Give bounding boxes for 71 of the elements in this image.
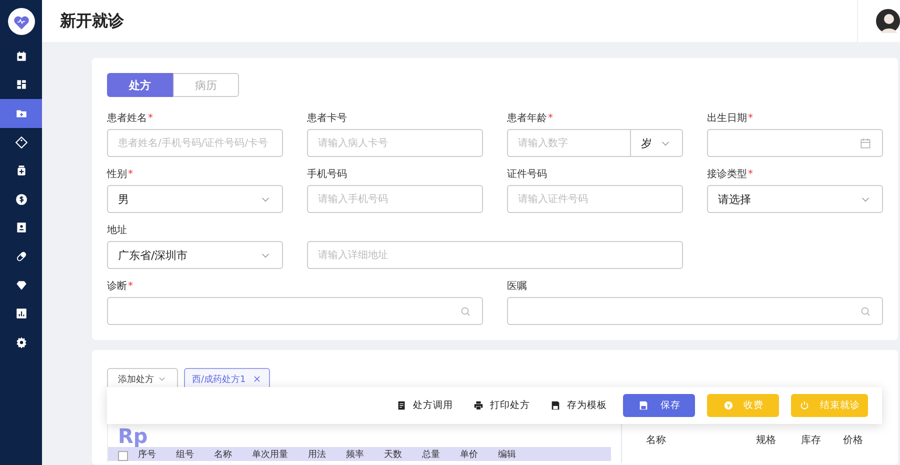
required-mark: * — [548, 113, 553, 124]
input-field[interactable]: 请输入病人卡号 — [307, 129, 483, 157]
required-mark: * — [748, 113, 753, 124]
bar-chart-icon — [14, 307, 28, 320]
select-field[interactable]: 请选择 — [707, 185, 883, 213]
date-field[interactable] — [707, 129, 883, 157]
column-header: 单价 — [460, 450, 478, 461]
search-icon — [859, 304, 872, 318]
rp-title: Rp — [118, 425, 149, 447]
dashboard-icon — [14, 78, 28, 92]
required-mark: * — [128, 169, 133, 180]
select-field[interactable]: 广东省/深圳市 — [107, 241, 283, 269]
select-field[interactable]: 男 — [107, 185, 283, 213]
coin-icon — [722, 400, 734, 411]
pill-icon — [14, 250, 28, 263]
input-field[interactable]: 请输入手机号码 — [307, 185, 483, 213]
field-label: 出生日期* — [707, 112, 754, 126]
column-header: 编辑 — [498, 450, 516, 461]
field-label: 性别* — [107, 168, 134, 182]
calendar-icon — [14, 50, 28, 63]
field-label: 证件号码 — [507, 168, 548, 182]
printer-icon — [473, 400, 484, 411]
toolbar-button[interactable]: 保存 — [623, 394, 695, 417]
column-header: 名称 — [214, 450, 232, 461]
diamond-icon — [14, 278, 28, 292]
column-header: 单次用量 — [252, 450, 288, 461]
heart-logo-icon — [8, 8, 34, 34]
column-header: 库存 — [801, 434, 822, 447]
search-field[interactable] — [107, 297, 483, 325]
required-mark: * — [128, 281, 133, 292]
column-header: 总量 — [422, 450, 440, 461]
close-icon[interactable] — [252, 374, 262, 384]
field-label: 接诊类型* — [707, 168, 754, 182]
column-header: 名称 — [646, 434, 667, 447]
field-label: 患者卡号 — [307, 112, 348, 126]
field-label: 手机号码 — [307, 168, 348, 182]
page-title: 新开就诊 — [60, 10, 124, 32]
tag-icon — [14, 136, 28, 149]
settings-icon — [14, 336, 28, 349]
record-tab[interactable]: 处方 — [107, 73, 173, 97]
checkbox[interactable] — [118, 451, 128, 461]
column-header: 频率 — [346, 450, 364, 461]
document-icon — [396, 400, 407, 411]
prescription-tab[interactable]: 西/成药处方1 — [184, 368, 270, 389]
input-field[interactable]: 请输入证件号码 — [507, 185, 683, 213]
dollar-icon — [14, 192, 28, 206]
column-header: 天数 — [384, 450, 402, 461]
search-icon — [459, 304, 472, 318]
unit-select[interactable]: 岁 — [631, 129, 683, 157]
column-header: 规格 — [756, 434, 777, 447]
field-label: 患者年龄* — [507, 112, 554, 126]
contact-card-icon — [14, 221, 28, 234]
avatar-icon[interactable] — [876, 9, 900, 33]
medicine-bottle-icon — [14, 164, 28, 178]
field-label: 诊断* — [107, 280, 134, 294]
field-label: 医嘱 — [507, 280, 528, 294]
column-header: 价格 — [843, 434, 863, 447]
power-icon — [799, 400, 810, 411]
field-label: 地址 — [107, 224, 128, 238]
add-prescription-button[interactable]: 添加处方 — [107, 368, 178, 389]
input-field[interactable]: 请输入详细地址 — [307, 241, 683, 269]
calendar-icon — [859, 136, 872, 150]
column-header: 组号 — [176, 450, 194, 461]
input-field[interactable]: 患者姓名/手机号码/证件号码/卡号 — [107, 129, 283, 157]
field-label: 患者姓名* — [107, 112, 154, 126]
required-mark: * — [148, 113, 153, 124]
required-mark: * — [748, 169, 753, 180]
column-header: 序号 — [138, 450, 156, 461]
input-field[interactable]: 请输入数字 — [507, 129, 631, 157]
search-field[interactable] — [507, 297, 883, 325]
column-header: 用法 — [308, 450, 326, 461]
